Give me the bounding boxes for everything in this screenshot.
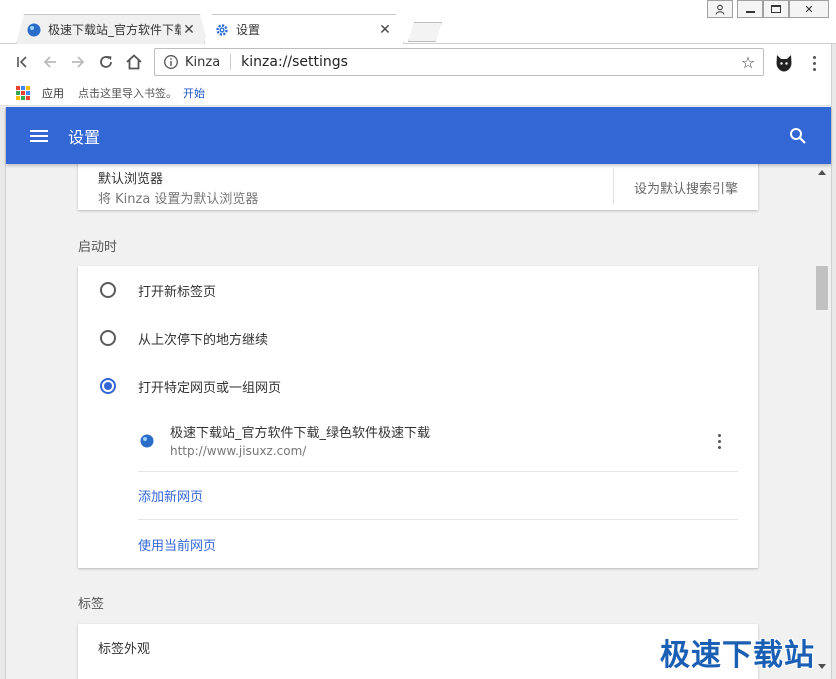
bookmarks-bar: 应用 点击这里导入书签。 开始 <box>0 80 836 106</box>
search-icon[interactable] <box>789 127 807 145</box>
favicon-icon <box>27 23 41 37</box>
default-browser-title: 默认浏览器 <box>98 172 164 187</box>
tab-jisuxz[interactable]: 极速下载站_官方软件下载_绿色软件极速下载 ✕ <box>16 14 208 44</box>
site-name: Kinza <box>185 54 221 70</box>
close-window-button[interactable]: ✕ <box>789 0 829 18</box>
more-options-icon[interactable] <box>716 434 722 450</box>
user-icon[interactable] <box>707 0 733 18</box>
bookmark-apps[interactable]: 应用 <box>42 85 64 101</box>
url-text[interactable]: kinza://settings <box>241 54 737 70</box>
forward-icon[interactable] <box>66 50 90 74</box>
home-icon[interactable] <box>122 50 146 74</box>
radio-label: 打开新标签页 <box>138 284 217 300</box>
radio-specific-pages[interactable]: 打开特定网页或一组网页 <box>78 362 758 410</box>
default-browser-card: 默认浏览器 将 Kinza 设置为默认浏览器 设为默认搜索引擎 <box>78 164 758 210</box>
back-icon[interactable] <box>38 50 62 74</box>
startup-section-label: 启动时 <box>78 240 118 255</box>
close-icon[interactable]: ✕ <box>377 22 393 38</box>
add-page-link[interactable]: 添加新网页 <box>138 472 738 520</box>
close-icon[interactable]: ✕ <box>181 22 197 38</box>
settings-header: 设置 <box>6 107 831 164</box>
use-current-pages-link[interactable]: 使用当前网页 <box>138 520 738 568</box>
maximize-button[interactable] <box>763 0 789 18</box>
startup-page-item: 极速下载站_官方软件下载_绿色软件极速下载 http://www.jisuxz.… <box>138 410 738 472</box>
scroll-up-arrow-icon[interactable] <box>818 170 826 175</box>
settings-gear-icon <box>215 23 229 37</box>
address-bar[interactable]: Kinza kinza://settings ☆ <box>154 48 764 76</box>
set-default-button[interactable]: 设为默认搜索引擎 <box>634 178 738 197</box>
tab-title: 设置 <box>236 23 261 37</box>
menu-icon[interactable] <box>806 52 822 74</box>
info-icon[interactable] <box>163 54 179 70</box>
scroll-down-arrow-icon[interactable] <box>818 664 826 669</box>
scroll-thumb[interactable] <box>816 266 828 310</box>
tabs-section-label: 标签 <box>78 597 105 612</box>
extension-icon[interactable] <box>774 53 794 73</box>
tabs-appearance-title[interactable]: 标签外观 <box>98 638 150 657</box>
startup-page-url: http://www.jisuxz.com/ <box>170 444 307 458</box>
radio-continue[interactable]: 从上次停下的地方继续 <box>78 314 758 362</box>
startup-page-name: 极速下载站_官方软件下载_绿色软件极速下载 <box>170 426 431 441</box>
settings-content: 默认浏览器 将 Kinza 设置为默认浏览器 设为默认搜索引擎 启动时 打开新标… <box>6 164 814 679</box>
radio-label: 打开特定网页或一组网页 <box>138 380 282 396</box>
default-browser-subtitle: 将 Kinza 设置为默认浏览器 <box>98 192 259 207</box>
tabs-appearance-card: 标签外观 <box>78 624 758 679</box>
radio-button[interactable] <box>100 282 116 298</box>
omnibox-divider <box>230 54 232 70</box>
window-frame-right <box>831 44 836 679</box>
radio-button[interactable] <box>100 330 116 346</box>
apps-icon[interactable] <box>16 85 30 100</box>
reload-icon[interactable] <box>94 50 118 74</box>
tab-settings[interactable]: 设置 ✕ <box>204 14 404 44</box>
toolbar: Kinza kinza://settings ☆ <box>0 44 836 80</box>
bookmark-start-link[interactable]: 开始 <box>183 85 205 101</box>
favicon-icon <box>140 434 154 448</box>
tab-title: 极速下载站_官方软件下载_绿色软件极速下载 <box>48 23 181 37</box>
bookmark-import-hint: 点击这里导入书签。 <box>78 86 177 100</box>
minimize-button[interactable] <box>737 0 763 18</box>
scrollbar[interactable] <box>814 164 831 675</box>
radio-button-checked[interactable] <box>100 378 116 394</box>
startup-card: 打开新标签页 从上次停下的地方继续 打开特定网页或一组网页 极速下载站_官方软件… <box>78 266 758 568</box>
radio-new-tab[interactable]: 打开新标签页 <box>78 266 758 314</box>
watermark-logo: 极速下载站 <box>660 638 815 673</box>
star-icon[interactable]: ☆ <box>737 53 759 72</box>
back-to-start-icon[interactable] <box>10 50 34 74</box>
radio-label: 从上次停下的地方继续 <box>138 332 269 348</box>
vertical-divider <box>613 168 614 204</box>
title-bar: 极速下载站_官方软件下载_绿色软件极速下载 ✕ 设置 ✕ ✕ <box>0 0 836 44</box>
page-title: 设置 <box>68 127 101 147</box>
new-tab-button[interactable] <box>408 22 442 42</box>
hamburger-icon[interactable] <box>30 129 48 142</box>
